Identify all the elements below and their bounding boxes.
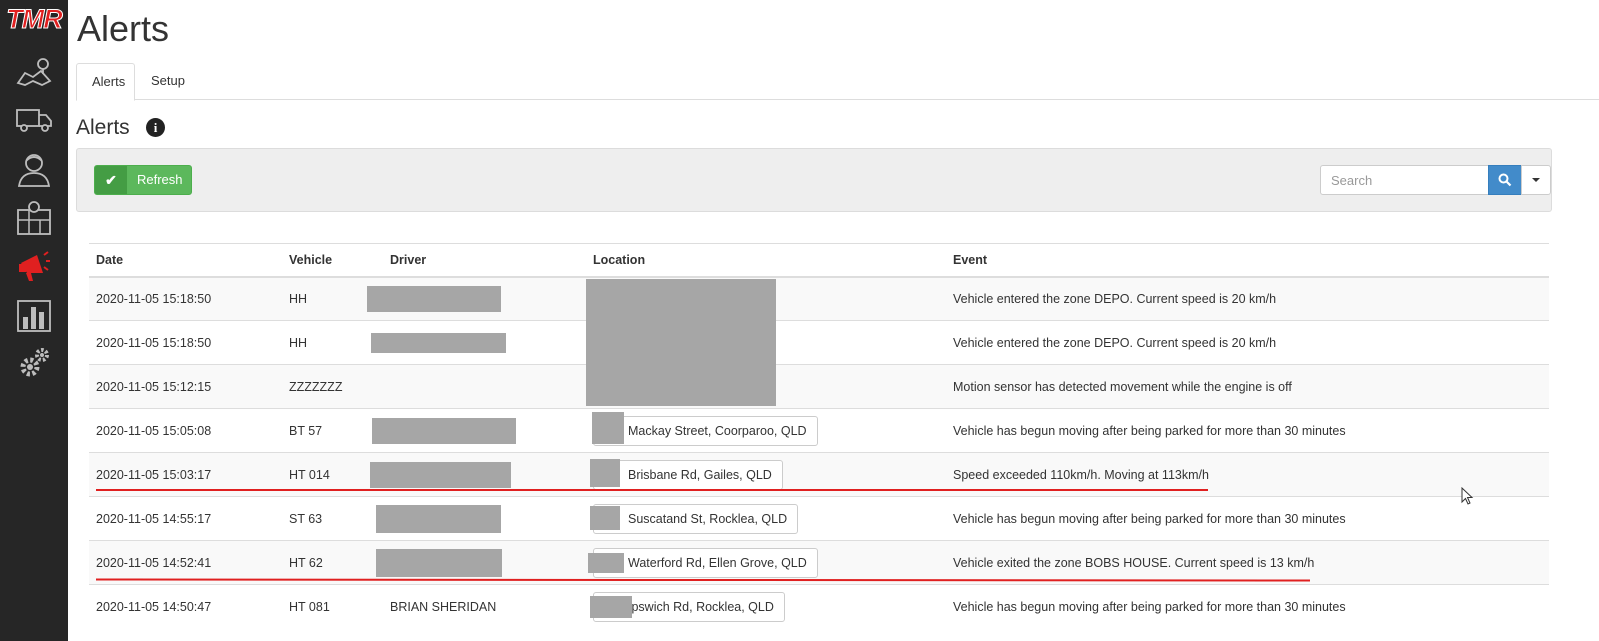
tmr-logo[interactable]: TMR: [0, 4, 68, 40]
driver-icon[interactable]: [14, 149, 54, 189]
cell-event: Motion sensor has detected movement whil…: [946, 364, 1549, 409]
redacted-driver: [376, 548, 502, 577]
table-row[interactable]: 2020-11-05 14:50:47 HT 081 BRIAN SHERIDA…: [89, 584, 1549, 629]
cell-vehicle: BT 57: [282, 408, 383, 453]
check-icon: ✔: [95, 166, 127, 194]
cell-event: Vehicle entered the zone DEPO. Current s…: [946, 276, 1549, 321]
search-button[interactable]: [1488, 165, 1522, 195]
header-location[interactable]: Location: [586, 243, 946, 278]
table-row[interactable]: 2020-11-05 15:18:50 HH Vehicle entered t…: [89, 276, 1549, 321]
cell-date: 2020-11-05 15:05:08: [89, 408, 282, 453]
cell-event: Vehicle entered the zone DEPO. Current s…: [946, 320, 1549, 365]
cell-date: 2020-11-05 15:18:50: [89, 276, 282, 321]
tab-setup[interactable]: Setup: [136, 63, 200, 100]
refresh-button[interactable]: ✔ Refresh: [94, 165, 192, 195]
redacted-location-icon: [588, 552, 624, 573]
cell-date: 2020-11-05 15:18:50: [89, 320, 282, 365]
redacted-driver: [370, 461, 511, 488]
cell-vehicle: ST 63: [282, 496, 383, 541]
redacted-driver: [376, 504, 501, 533]
redacted-location-icon: [590, 505, 620, 530]
refresh-label: Refresh: [137, 172, 183, 187]
redacted-driver: [371, 332, 506, 353]
redacted-driver: [372, 417, 516, 444]
mouse-cursor-icon: [1461, 487, 1474, 505]
sidebar: TMR: [0, 0, 68, 641]
megaphone-icon[interactable]: [14, 246, 54, 286]
location-link[interactable]: Suscatand St, Rocklea, QLD: [590, 503, 799, 534]
redacted-location-icon: [590, 595, 632, 618]
cell-vehicle: HT 081: [282, 584, 383, 629]
settings-gears-icon[interactable]: [14, 343, 54, 383]
truck-icon[interactable]: [14, 100, 54, 140]
annotation-underline: [96, 489, 1208, 491]
search-icon: [1498, 173, 1512, 187]
redacted-location-block: [586, 279, 776, 406]
location-link[interactable]: Brisbane Rd, Gailes, QLD: [590, 458, 783, 490]
cell-vehicle: HH: [282, 320, 383, 365]
header-driver[interactable]: Driver: [383, 243, 586, 278]
cell-driver: BRIAN SHERIDAN: [383, 584, 586, 629]
table-row[interactable]: 2020-11-05 15:18:50 HH Vehicle entered t…: [89, 320, 1549, 365]
alerts-toolbar: ✔ Refresh: [76, 148, 1552, 212]
tab-alerts[interactable]: Alerts: [76, 63, 135, 101]
cell-driver: [372, 408, 586, 453]
cell-location: Waterford Rd, Ellen Grove, QLD: [586, 540, 946, 585]
redacted-location-icon: [592, 411, 624, 444]
page-title: Alerts: [77, 8, 170, 49]
tab-bar: Alerts Setup: [76, 63, 1599, 101]
location-link[interactable]: Ipswich Rd, Rocklea, QLD: [590, 591, 785, 622]
header-event[interactable]: Event: [946, 243, 1549, 278]
cell-location: Mackay Street, Coorparoo, QLD: [586, 408, 946, 453]
search-options-dropdown[interactable]: [1521, 165, 1551, 195]
cell-event: Vehicle has begun moving after being par…: [946, 496, 1549, 541]
reports-chart-icon[interactable]: [14, 295, 54, 335]
cell-date: 2020-11-05 14:50:47: [89, 584, 282, 629]
cell-driver: [383, 364, 586, 409]
table-row[interactable]: 2020-11-05 15:12:15 ZZZZZZZ Motion senso…: [89, 364, 1549, 409]
table-row[interactable]: 2020-11-05 14:55:17 ST 63 Suscatand St, …: [89, 496, 1549, 541]
location-link[interactable]: Mackay Street, Coorparoo, QLD: [592, 411, 818, 446]
alerts-table: Date Vehicle Driver Location Event 2020-…: [89, 243, 1549, 629]
redacted-location-icon: [590, 458, 620, 487]
map-icon[interactable]: [14, 52, 54, 92]
cell-driver: [367, 276, 586, 321]
cell-date: 2020-11-05 14:55:17: [89, 496, 282, 541]
cell-event: Vehicle has begun moving after being par…: [946, 408, 1549, 453]
location-link[interactable]: Waterford Rd, Ellen Grove, QLD: [588, 547, 818, 578]
search-input[interactable]: [1320, 165, 1489, 195]
cell-event: Vehicle has begun moving after being par…: [946, 584, 1549, 629]
info-icon[interactable]: i: [146, 118, 165, 137]
cell-event: Vehicle exited the zone BOBS HOUSE. Curr…: [946, 540, 1549, 585]
header-vehicle[interactable]: Vehicle: [282, 243, 383, 278]
cell-vehicle: ZZZZZZZ: [282, 364, 383, 409]
cell-location: Ipswich Rd, Rocklea, QLD: [586, 584, 946, 629]
redacted-driver: [367, 285, 501, 312]
header-date[interactable]: Date: [89, 243, 282, 278]
cell-driver: [371, 320, 586, 365]
zone-map-icon[interactable]: [14, 198, 54, 238]
table-row[interactable]: 2020-11-05 15:05:08 BT 57 Mackay Street,…: [89, 408, 1549, 453]
caret-down-icon: [1532, 178, 1540, 182]
cell-driver: [376, 496, 586, 541]
section-title: Alerts: [76, 116, 130, 139]
table-header-row: Date Vehicle Driver Location Event: [89, 243, 1549, 278]
cell-date: 2020-11-05 15:12:15: [89, 364, 282, 409]
cell-location: Suscatand St, Rocklea, QLD: [586, 496, 946, 541]
